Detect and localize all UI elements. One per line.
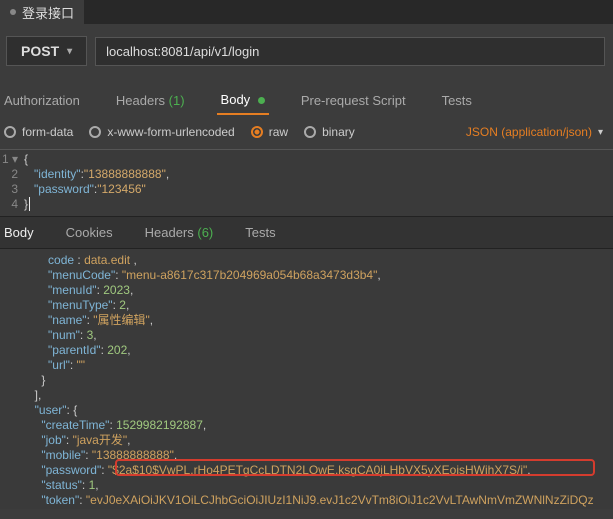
tab-headers[interactable]: Headers (1) bbox=[112, 87, 189, 114]
body-type-row: form-data x-www-form-urlencoded raw bina… bbox=[0, 115, 613, 150]
tab-dot-icon bbox=[10, 9, 16, 15]
method-select[interactable]: POST ▾ bbox=[6, 36, 87, 66]
request-subtabs: Authorization Headers (1) Body Pre-reque… bbox=[0, 78, 613, 115]
radio-icon bbox=[251, 126, 263, 138]
radio-icon bbox=[304, 126, 316, 138]
content-type-label: JSON (application/json) bbox=[466, 125, 592, 139]
method-label: POST bbox=[21, 43, 59, 59]
body-indicator-icon bbox=[258, 97, 265, 104]
resp-tab-cookies[interactable]: Cookies bbox=[62, 223, 117, 242]
url-text: localhost:8081/api/v1/login bbox=[106, 44, 259, 59]
tab-bar: 登录接口 bbox=[0, 0, 613, 24]
request-row: POST ▾ localhost:8081/api/v1/login bbox=[0, 24, 613, 78]
radio-raw[interactable]: raw bbox=[251, 125, 288, 139]
line-number: 2 bbox=[0, 167, 24, 182]
line-number: 3 bbox=[0, 182, 24, 197]
radio-label: x-www-form-urlencoded bbox=[107, 125, 234, 139]
tab-body[interactable]: Body bbox=[217, 86, 269, 115]
radio-icon bbox=[4, 126, 16, 138]
radio-formdata[interactable]: form-data bbox=[4, 125, 73, 139]
code-line: "identity":"13888888888", bbox=[24, 167, 169, 182]
chevron-down-icon: ▾ bbox=[67, 46, 72, 57]
radio-binary[interactable]: binary bbox=[304, 125, 355, 139]
code-line: { bbox=[24, 152, 28, 167]
url-input[interactable]: localhost:8081/api/v1/login bbox=[95, 37, 605, 66]
resp-headers-count: (6) bbox=[197, 225, 213, 240]
resp-headers-label: Headers bbox=[145, 225, 194, 240]
tab-tests[interactable]: Tests bbox=[438, 87, 476, 114]
line-number: 4 bbox=[0, 197, 24, 212]
resp-tab-headers[interactable]: Headers (6) bbox=[141, 223, 218, 242]
code-line: "password":"123456" bbox=[24, 182, 146, 197]
request-tab[interactable]: 登录接口 bbox=[0, 0, 84, 26]
tab-authorization[interactable]: Authorization bbox=[0, 87, 84, 114]
radio-xwww[interactable]: x-www-form-urlencoded bbox=[89, 125, 234, 139]
content-type-select[interactable]: JSON (application/json) ▾ bbox=[466, 125, 603, 139]
radio-icon bbox=[89, 126, 101, 138]
radio-label: binary bbox=[322, 125, 355, 139]
response-tabs: Body Cookies Headers (6) Tests bbox=[0, 216, 613, 249]
tab-title: 登录接口 bbox=[22, 3, 74, 22]
request-body-editor[interactable]: 1 ▾{ 2 "identity":"13888888888", 3 "pass… bbox=[0, 150, 613, 216]
chevron-down-icon: ▾ bbox=[598, 127, 603, 138]
headers-count: (1) bbox=[169, 93, 185, 108]
resp-tab-body[interactable]: Body bbox=[0, 223, 38, 242]
resp-tab-tests[interactable]: Tests bbox=[241, 223, 279, 242]
code-line: } bbox=[24, 197, 30, 212]
radio-label: form-data bbox=[22, 125, 73, 139]
radio-label: raw bbox=[269, 125, 288, 139]
line-number: 1 ▾ bbox=[0, 152, 24, 167]
response-body-viewer[interactable]: code : data.edit , "menuCode": "menu-a86… bbox=[0, 249, 613, 509]
body-label: Body bbox=[221, 92, 251, 107]
headers-label: Headers bbox=[116, 93, 165, 108]
tab-prerequest[interactable]: Pre-request Script bbox=[297, 87, 410, 114]
